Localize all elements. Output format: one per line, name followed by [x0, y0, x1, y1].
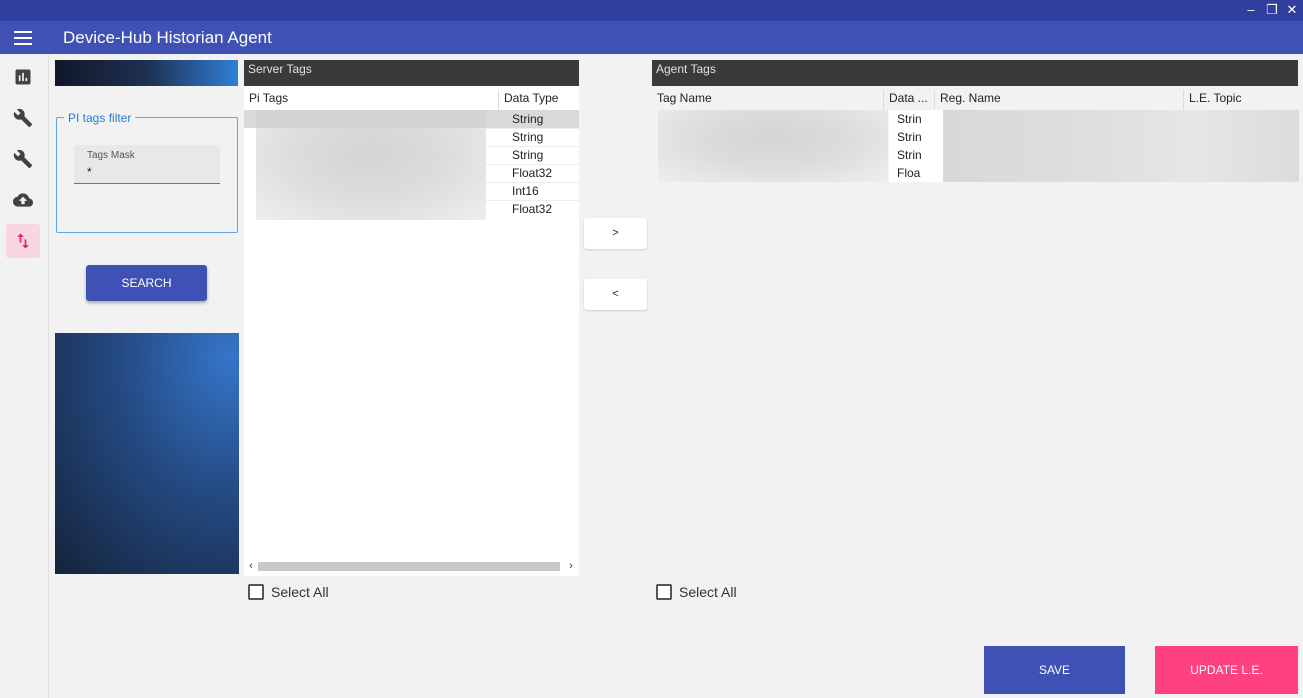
column-divider[interactable] — [934, 90, 935, 110]
table-row[interactable]: Strin — [889, 110, 943, 128]
agent-select-all[interactable]: Select All — [656, 583, 766, 601]
table-row[interactable]: String — [486, 110, 579, 128]
data-type-cell: Strin — [897, 112, 922, 126]
minimize-icon[interactable]: – — [1243, 2, 1259, 18]
pi-tag-name-redacted — [256, 110, 486, 128]
data-type-cell: Strin — [897, 148, 922, 162]
column-header-tag-name[interactable]: Tag Name — [657, 91, 712, 105]
scroll-right-icon[interactable]: › — [565, 559, 577, 574]
data-type-cell: String — [512, 148, 544, 162]
filter-legend: PI tags filter — [64, 111, 136, 125]
search-button[interactable]: SEARCH — [86, 265, 207, 301]
tags-mask-label: Tags Mask — [87, 150, 135, 161]
nav-rail — [0, 54, 49, 698]
column-header-reg-name[interactable]: Reg. Name — [940, 91, 1001, 105]
hamburger-menu-icon[interactable] — [14, 31, 32, 45]
restore-icon[interactable]: ❐ — [1264, 2, 1280, 18]
app-title: Device-Hub Historian Agent — [63, 28, 272, 47]
nav-item-upload[interactable] — [6, 183, 40, 217]
table-row[interactable]: String — [486, 128, 579, 146]
server-select-all[interactable]: Select All — [248, 583, 358, 601]
close-icon[interactable]: ✕ — [1284, 2, 1300, 18]
reg-name-topic-redacted — [943, 110, 1299, 182]
agent-select-all-label: Select All — [679, 584, 737, 600]
column-divider[interactable] — [883, 90, 884, 110]
column-header-le-topic[interactable]: L.E. Topic — [1189, 91, 1241, 105]
tags-mask-value: * — [87, 165, 92, 179]
nav-item-dashboard[interactable] — [6, 60, 40, 94]
server-tags-header: Server Tags — [244, 60, 579, 86]
cloud-upload-icon — [13, 193, 33, 207]
data-type-cell: Float32 — [512, 166, 553, 180]
wrench-icon — [13, 149, 33, 169]
server-tags-table: Pi Tags Data Type String String String F… — [244, 86, 579, 576]
table-row[interactable]: Strin — [889, 128, 943, 146]
agent-tags-table: Tag Name Data ... Reg. Name L.E. Topic S… — [652, 86, 1299, 183]
column-header-data-type[interactable]: Data ... — [889, 91, 928, 105]
data-type-cell: Floa — [897, 166, 921, 180]
decorative-panel — [55, 333, 239, 574]
nav-item-tag-mapping[interactable] — [6, 224, 40, 258]
data-type-cell: Strin — [897, 130, 922, 144]
update-le-button[interactable]: UPDATE L.E. — [1155, 646, 1298, 694]
app-bar: Device-Hub Historian Agent — [0, 21, 1303, 54]
table-row[interactable]: String — [486, 146, 579, 164]
horizontal-scrollbar[interactable]: ‹ › — [244, 559, 579, 574]
column-header-data-type[interactable]: Data Type — [504, 91, 558, 105]
decorative-banner — [55, 60, 238, 86]
table-row[interactable]: Int16 — [486, 182, 579, 200]
agent-tag-names-redacted — [658, 110, 888, 182]
table-row[interactable]: Float32 — [486, 164, 579, 182]
table-row[interactable]: Floa — [889, 164, 943, 182]
agent-tags-header: Agent Tags — [652, 60, 1298, 86]
column-header-pi-tags[interactable]: Pi Tags — [249, 91, 288, 105]
add-to-agent-button[interactable]: > — [584, 218, 647, 249]
save-button[interactable]: SAVE — [984, 646, 1125, 694]
server-select-all-checkbox[interactable] — [248, 584, 264, 600]
table-row[interactable]: Strin — [889, 146, 943, 164]
table-row[interactable]: Float32 — [486, 200, 579, 218]
nav-item-settings[interactable] — [6, 101, 40, 135]
column-divider[interactable] — [498, 90, 499, 110]
bar-chart-icon — [15, 69, 31, 85]
window-title-bar: – ❐ ✕ — [0, 0, 1303, 21]
scroll-left-icon[interactable]: ‹ — [245, 559, 257, 574]
data-type-cell: String — [512, 112, 544, 126]
tags-mask-input[interactable]: Tags Mask * — [74, 145, 220, 184]
data-type-cell: String — [512, 130, 544, 144]
wrench-icon — [13, 108, 33, 128]
column-divider[interactable] — [1183, 90, 1184, 110]
server-select-all-label: Select All — [271, 584, 329, 600]
scrollbar-thumb[interactable] — [258, 562, 560, 571]
data-type-cell: Float32 — [512, 202, 553, 216]
nav-item-configuration[interactable] — [6, 142, 40, 176]
data-type-cell: Int16 — [512, 184, 539, 198]
remove-from-agent-button[interactable]: < — [584, 279, 647, 310]
agent-select-all-checkbox[interactable] — [656, 584, 672, 600]
swap-vertical-icon — [17, 233, 29, 249]
